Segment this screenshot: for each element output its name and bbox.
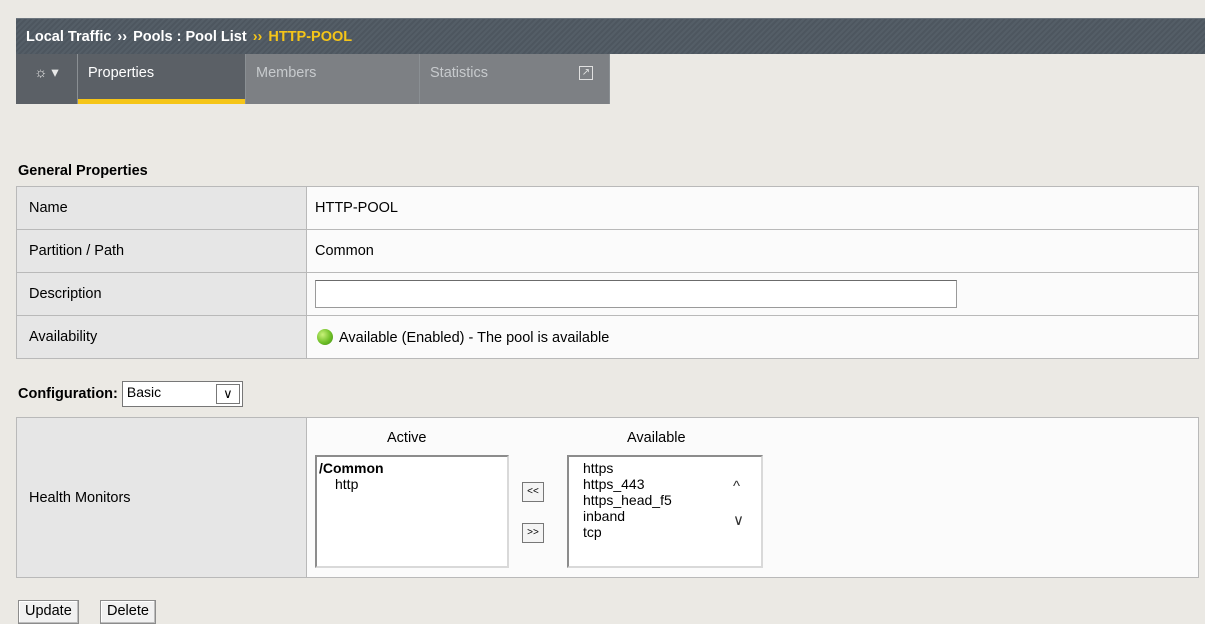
available-column-header: Available [627,430,686,446]
section-title-general-properties: General Properties [18,163,148,179]
status-available-icon [317,328,333,345]
row-label-partition: Partition / Path [16,229,307,273]
tab-properties[interactable]: Properties [78,54,246,104]
configuration-selected-value: Basic [126,384,162,400]
table-row: Health Monitors Active /Common http << >… [16,417,1199,578]
health-monitors-table: Health Monitors Active /Common http << >… [16,417,1199,578]
available-monitors-listbox[interactable]: https https_443 https_head_f5 inband tcp… [567,455,763,568]
tab-bar: ☼ ▾ Properties Members Statistics ↗ [16,54,610,104]
table-row: Description [16,272,1199,316]
breadcrumb-pool-list[interactable]: Pools : Pool List [133,29,247,45]
breadcrumb-current: HTTP-POOL [268,28,353,45]
availability-value: Available (Enabled) - The pool is availa… [339,329,610,346]
list-item[interactable]: http [319,476,505,492]
description-input[interactable] [315,280,957,308]
breadcrumb-separator: ›› [252,28,263,45]
description-cell [306,272,1199,316]
partition-value: Common [306,229,1199,273]
breadcrumb: Local Traffic ›› Pools : Pool List ›› HT… [16,18,1205,54]
active-monitors-listbox[interactable]: /Common http [315,455,509,568]
list-group-label: /Common [319,460,384,476]
move-to-active-button[interactable]: << [522,482,544,502]
list-item[interactable]: https [583,460,759,476]
row-label-availability: Availability [16,315,307,359]
gear-icon: ☼ ▾ [34,65,59,81]
move-to-available-button[interactable]: >> [522,523,544,543]
pool-name-value: HTTP-POOL [306,186,1199,230]
configuration-label: Configuration: [18,386,118,402]
tab-statistics-label: Statistics [430,65,489,81]
scroll-down-icon[interactable]: ∨ [733,513,744,529]
external-link-icon[interactable]: ↗ [579,66,593,80]
availability-cell: Available (Enabled) - The pool is availa… [306,315,1199,359]
row-label-description: Description [16,272,307,316]
table-row: Availability Available (Enabled) - The p… [16,315,1199,359]
table-row: Partition / Path Common [16,229,1199,273]
delete-button[interactable]: Delete [100,600,156,624]
row-label-name: Name [16,186,307,230]
gear-menu-button[interactable]: ☼ ▾ [16,54,78,104]
tab-members[interactable]: Members [246,54,420,104]
breadcrumb-separator: ›› [117,28,128,45]
row-label-health-monitors: Health Monitors [16,417,307,578]
table-row: Name HTTP-POOL [16,186,1199,230]
update-button[interactable]: Update [18,600,79,624]
chevron-down-icon[interactable]: ∨ [215,384,240,404]
tab-properties-label: Properties [88,65,155,81]
scroll-up-icon[interactable]: ^ [733,479,740,495]
tab-statistics[interactable]: Statistics ↗ [420,54,610,104]
breadcrumb-local-traffic[interactable]: Local Traffic [26,29,111,45]
health-monitors-cell: Active /Common http << >> Available http… [306,417,1199,578]
active-column-header: Active [387,430,427,446]
tab-members-label: Members [256,65,317,81]
configuration-select[interactable]: Basic ∨ [121,381,243,407]
configuration-row: Configuration: Basic ∨ [18,381,243,407]
general-properties-table: Name HTTP-POOL Partition / Path Common D… [16,186,1199,359]
